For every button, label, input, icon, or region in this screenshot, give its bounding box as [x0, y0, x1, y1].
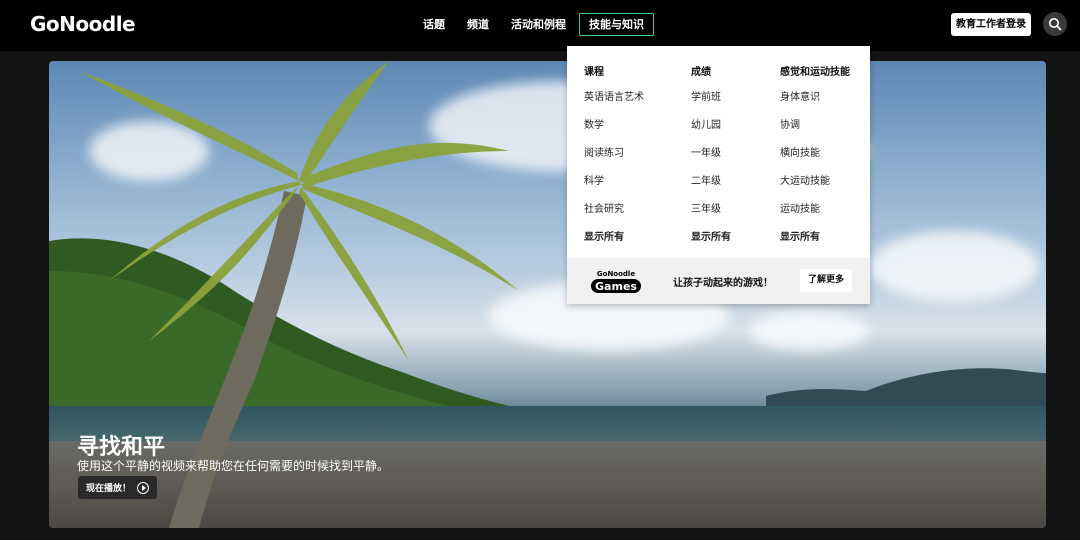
dropdown-link[interactable]: 运动技能	[780, 196, 850, 224]
dropdown-link[interactable]: 阅读练习	[584, 140, 644, 168]
dropdown-link[interactable]: 幼儿园	[691, 112, 731, 140]
dropdown-column-motor-skills: 感觉和运动技能 身体意识 协调 横向技能 大运动技能 运动技能 显示所有	[780, 63, 850, 252]
search-icon	[1049, 18, 1062, 31]
top-navigation-bar: GoNoodle 话题 频道 活动和例程 技能与知识 教育工作者登录	[0, 0, 1080, 51]
nav-channels[interactable]: 频道	[458, 13, 498, 36]
dropdown-link[interactable]: 横向技能	[780, 140, 850, 168]
column-heading: 感觉和运动技能	[780, 67, 850, 78]
dropdown-link[interactable]: 社会研究	[584, 196, 644, 224]
dropdown-link[interactable]: 英语语言艺术	[584, 84, 644, 112]
dropdown-link[interactable]: 二年级	[691, 168, 731, 196]
dropdown-link[interactable]: 数学	[584, 112, 644, 140]
games-promo: GoNoodle Games 让孩子动起来的游戏！ 了解更多	[567, 258, 870, 304]
educator-login-button[interactable]: 教育工作者登录	[951, 13, 1031, 36]
play-circle-icon	[137, 481, 150, 494]
skills-dropdown-menu: 课程 英语语言艺术 数学 阅读练习 科学 社会研究 显示所有 成绩 学前班 幼儿…	[567, 46, 870, 304]
column-heading: 成绩	[691, 67, 711, 78]
learn-more-button[interactable]: 了解更多	[800, 269, 852, 292]
dropdown-link[interactable]: 科学	[584, 168, 644, 196]
column-heading: 课程	[584, 67, 604, 78]
games-tagline: 让孩子动起来的游戏！	[673, 278, 773, 289]
dropdown-link[interactable]: 学前班	[691, 84, 731, 112]
show-all-link[interactable]: 显示所有	[780, 224, 850, 252]
svg-text:GoNoodle: GoNoodle	[597, 270, 635, 278]
show-all-link[interactable]: 显示所有	[584, 224, 644, 252]
nav-topics[interactable]: 话题	[414, 13, 454, 36]
dropdown-column-subjects: 课程 英语语言艺术 数学 阅读练习 科学 社会研究 显示所有	[584, 63, 644, 252]
dropdown-column-grades: 成绩 学前班 幼儿园 一年级 二年级 三年级 显示所有	[691, 63, 731, 252]
hero-banner[interactable]: 寻找和平 使用这个平静的视频来帮助您在任何需要的时候找到平静。 现在播放！	[49, 61, 1046, 528]
cloud	[869, 231, 1039, 301]
dropdown-link[interactable]: 身体意识	[780, 84, 850, 112]
gonoodle-games-logo[interactable]: GoNoodle Games	[585, 268, 647, 294]
cloud	[749, 311, 869, 351]
hero-subtitle: 使用这个平静的视频来帮助您在任何需要的时候找到平静。	[77, 459, 390, 473]
gonoodle-logo[interactable]: GoNoodle	[30, 12, 136, 36]
nav-skills-knowledge[interactable]: 技能与知识	[579, 13, 654, 36]
nav-activities[interactable]: 活动和例程	[502, 13, 575, 36]
search-button[interactable]	[1043, 12, 1067, 36]
play-now-button[interactable]: 现在播放！	[78, 476, 158, 499]
show-all-link[interactable]: 显示所有	[691, 224, 731, 252]
dropdown-link[interactable]: 三年级	[691, 196, 731, 224]
play-now-label: 现在播放！	[86, 484, 132, 494]
svg-text:Games: Games	[595, 280, 637, 293]
dropdown-link[interactable]: 协调	[780, 112, 850, 140]
dropdown-link[interactable]: 大运动技能	[780, 168, 850, 196]
dropdown-link[interactable]: 一年级	[691, 140, 731, 168]
main-nav: 话题 频道 活动和例程 技能与知识	[414, 13, 658, 36]
distant-hills	[766, 368, 1046, 406]
